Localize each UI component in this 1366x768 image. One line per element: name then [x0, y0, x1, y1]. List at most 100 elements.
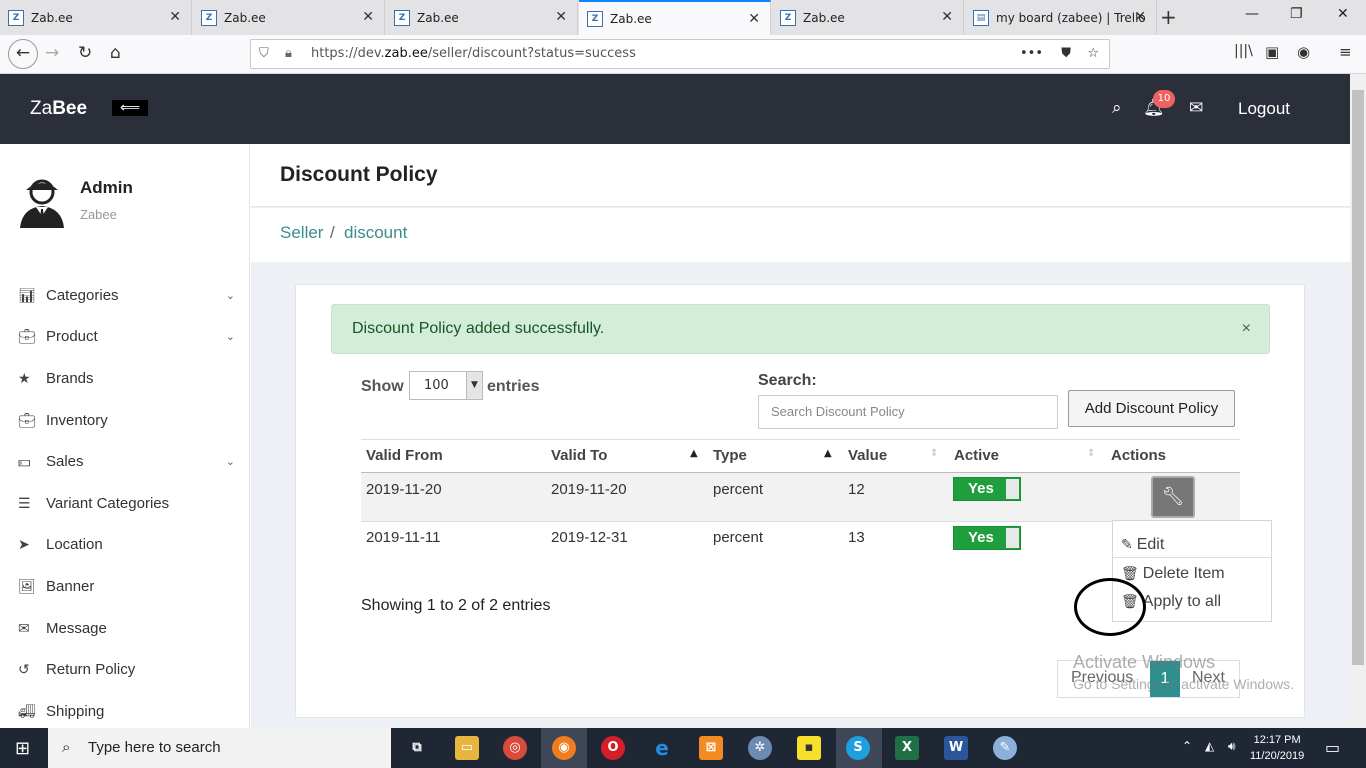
- opera-icon[interactable]: O: [601, 736, 625, 760]
- search-icon[interactable]: ⌕: [1112, 98, 1122, 118]
- account-icon[interactable]: ◉: [1297, 43, 1310, 61]
- edit-menu-item[interactable]: ✎ Edit: [1121, 536, 1164, 554]
- sidebar-item-variant-categories[interactable]: ☰ Variant Categories: [18, 491, 243, 515]
- paint-icon[interactable]: ✎: [993, 736, 1017, 760]
- row-divider: [361, 521, 1240, 522]
- forward-icon[interactable]: →: [45, 43, 59, 63]
- browser-tab[interactable]: Z Zab.ee ✕: [0, 0, 192, 35]
- breadcrumb-seller[interactable]: Seller: [280, 223, 323, 243]
- breadcrumb-discount[interactable]: discount: [344, 223, 407, 243]
- more-options-icon[interactable]: •••: [1020, 40, 1043, 68]
- task-view-icon[interactable]: ⧉: [405, 736, 429, 760]
- column-header-value[interactable]: Value: [848, 447, 887, 464]
- back-icon[interactable]: ←: [8, 39, 38, 69]
- sidebar-item-sales[interactable]: 💵︎ Sales ⌄: [18, 449, 243, 473]
- page-scrollbar[interactable]: [1350, 74, 1366, 728]
- menu-icon[interactable]: ≡: [1339, 43, 1352, 61]
- chevron-down-icon: ⌄: [225, 289, 235, 302]
- sidebar-item-return-policy[interactable]: ↺ Return Policy: [18, 657, 243, 681]
- edge-icon[interactable]: e: [650, 736, 674, 760]
- close-tab-icon[interactable]: ✕: [748, 11, 760, 27]
- zabee-logo[interactable]: ZaBee: [30, 98, 87, 120]
- sidebar-item-categories[interactable]: 📊︎ Categories ⌄: [18, 283, 243, 307]
- close-window-icon[interactable]: ✕: [1337, 6, 1349, 22]
- browser-tab[interactable]: Z Zab.ee ✕: [772, 0, 964, 35]
- activate-windows-title: Activate Windows: [1073, 652, 1216, 672]
- sidebar-item-banner[interactable]: 🖼︎ Banner: [18, 574, 243, 598]
- user-name: Admin: [80, 178, 133, 197]
- notification-center-icon[interactable]: ▭: [1325, 738, 1340, 757]
- network-icon[interactable]: ◭: [1205, 739, 1214, 753]
- minimize-icon[interactable]: —: [1245, 6, 1259, 22]
- column-header-valid-to[interactable]: Valid To: [551, 447, 607, 464]
- chrome-icon[interactable]: ◎: [503, 736, 527, 760]
- browser-tab[interactable]: ▤ my board (zabee) | Trello ✕: [965, 0, 1157, 35]
- taskbar-clock[interactable]: 12:17 PM 11/20/2019: [1250, 732, 1304, 764]
- volume-icon[interactable]: 🔊︎: [1228, 739, 1236, 754]
- pocket-icon[interactable]: ⛊: [1061, 40, 1071, 68]
- address-bar[interactable]: ⛉ 🔒︎ https://dev.zab.ee/seller/discount?…: [250, 39, 1110, 69]
- sidebar-item-product[interactable]: 💼︎ Product ⌄: [18, 324, 243, 348]
- reload-icon[interactable]: ↻: [78, 43, 92, 63]
- chevron-down-icon: ⌄: [225, 330, 235, 343]
- column-header-type[interactable]: Type: [713, 447, 747, 464]
- bookmark-star-icon[interactable]: ☆: [1087, 40, 1099, 68]
- close-tab-icon[interactable]: ✕: [1134, 9, 1146, 25]
- sidebar-item-location[interactable]: ➤ Location: [18, 532, 243, 556]
- truck-icon: 🚚︎: [18, 702, 36, 719]
- word-icon[interactable]: W: [944, 736, 968, 760]
- cell-valid-from: 2019-11-11: [366, 529, 441, 546]
- image-icon: 🖼︎: [18, 577, 36, 594]
- cell-valid-from: 2019-11-20: [366, 481, 442, 498]
- scrollbar-thumb[interactable]: [1352, 90, 1364, 665]
- sidebar: Admin Zabee 📊︎ Categories ⌄ 💼︎ Product ⌄ ★ Br…: [0, 144, 250, 728]
- envelope-icon[interactable]: ✉: [1189, 98, 1203, 118]
- new-tab-icon[interactable]: +: [1160, 5, 1177, 29]
- settings-app-icon[interactable]: ✲: [748, 736, 772, 760]
- browser-tab[interactable]: Z Zab.ee ✕: [386, 0, 578, 35]
- sidebar-item-shipping[interactable]: 🚚︎ Shipping: [18, 699, 243, 723]
- entries-select[interactable]: 100 ▼: [409, 371, 483, 400]
- search-input[interactable]: Search Discount Policy: [758, 395, 1058, 429]
- delete-item-menu-item[interactable]: 🗑︎ Delete Item: [1121, 565, 1225, 583]
- column-header-active[interactable]: Active: [954, 447, 999, 464]
- active-toggle[interactable]: Yes: [953, 477, 1021, 501]
- chevron-up-icon[interactable]: ⌃: [1182, 739, 1192, 753]
- active-toggle[interactable]: Yes: [953, 526, 1021, 550]
- home-icon[interactable]: ⌂: [110, 43, 121, 63]
- cell-value: 12: [848, 481, 865, 498]
- actions-wrench-button[interactable]: 🔧︎: [1151, 476, 1195, 518]
- browser-tab[interactable]: Z Zab.ee ✕: [193, 0, 385, 35]
- trash-icon: 🗑︎: [1121, 565, 1139, 581]
- menu-toggle-icon[interactable]: ⟸: [112, 100, 148, 116]
- breadcrumb: Seller / discount: [251, 208, 1350, 262]
- close-alert-icon[interactable]: ×: [1242, 305, 1251, 353]
- sidebar-item-brands[interactable]: ★ Brands: [18, 366, 243, 390]
- firefox-icon[interactable]: ◉: [552, 736, 576, 760]
- file-explorer-icon[interactable]: ▭: [455, 736, 479, 760]
- excel-icon[interactable]: X: [895, 736, 919, 760]
- windows-start-icon[interactable]: ⊞: [15, 738, 30, 759]
- logout-link[interactable]: Logout: [1238, 99, 1290, 119]
- sticky-notes-icon[interactable]: ▪: [797, 736, 821, 760]
- sidebar-toggle-icon[interactable]: ▣: [1265, 43, 1279, 61]
- sidebar-item-inventory[interactable]: 💼︎ Inventory: [18, 408, 243, 432]
- browser-tab-active[interactable]: Z Zab.ee ✕: [579, 0, 771, 35]
- restore-icon[interactable]: ❐: [1290, 6, 1303, 22]
- money-icon: 💵︎: [18, 452, 31, 469]
- library-icon[interactable]: |||\: [1234, 43, 1253, 59]
- lock-icon: 🔒︎: [285, 46, 292, 61]
- close-tab-icon[interactable]: ✕: [362, 9, 374, 25]
- xampp-icon[interactable]: ⊠: [699, 736, 723, 760]
- taskbar-search-input[interactable]: ⌕ Type here to search: [48, 728, 391, 768]
- sort-asc-icon: ▲: [824, 448, 832, 459]
- close-tab-icon[interactable]: ✕: [941, 9, 953, 25]
- add-discount-policy-button[interactable]: Add Discount Policy: [1068, 390, 1235, 427]
- wrench-icon: 🔧︎: [1161, 486, 1185, 507]
- sidebar-item-message[interactable]: ✉ Message: [18, 616, 243, 640]
- close-tab-icon[interactable]: ✕: [555, 9, 567, 25]
- column-header-valid-from[interactable]: Valid From: [366, 447, 443, 464]
- close-tab-icon[interactable]: ✕: [169, 9, 181, 25]
- skype-icon[interactable]: S: [846, 736, 870, 760]
- toggle-knob: [1006, 479, 1019, 499]
